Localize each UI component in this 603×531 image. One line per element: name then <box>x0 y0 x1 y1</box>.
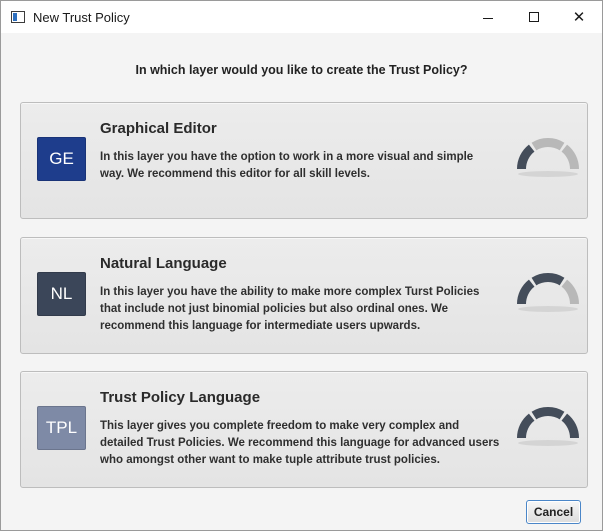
badge-ge: GE <box>37 137 86 181</box>
title-bar[interactable]: New Trust Policy ✕ <box>1 1 602 33</box>
cancel-button[interactable]: Cancel <box>526 500 581 524</box>
gauge-segment <box>531 407 565 420</box>
gauge-shadow <box>518 440 578 446</box>
layer-question: In which layer would you like to create … <box>135 63 468 77</box>
gauge-segment <box>561 413 579 438</box>
gauge-segment <box>517 144 535 169</box>
maximize-button[interactable] <box>511 1 557 33</box>
option-title: Trust Policy Language <box>100 389 261 406</box>
window-title: New Trust Policy <box>33 10 130 25</box>
app-icon <box>11 11 25 23</box>
option-trust-policy-language[interactable]: TPL Trust Policy Language This layer giv… <box>20 371 588 488</box>
gauge-shadow <box>518 171 578 177</box>
gauge-segment <box>531 273 565 286</box>
close-icon: ✕ <box>572 9 586 26</box>
maximize-icon <box>529 12 539 22</box>
gauge-segment <box>561 144 579 169</box>
difficulty-gauge-icon <box>517 138 579 177</box>
gauge-segment <box>561 279 579 304</box>
close-button[interactable]: ✕ <box>556 1 602 33</box>
gauge-shadow <box>518 306 578 312</box>
badge-nl: NL <box>37 272 86 316</box>
gauge-segment <box>517 279 535 304</box>
option-title: Natural Language <box>100 255 227 272</box>
new-trust-policy-dialog: New Trust Policy ✕ In which layer would … <box>0 0 603 531</box>
minimize-button[interactable] <box>465 1 511 33</box>
option-natural-language[interactable]: NL Natural Language In this layer you ha… <box>20 237 588 354</box>
option-graphical-editor[interactable]: GE Graphical Editor In this layer you ha… <box>20 102 588 219</box>
difficulty-gauge-icon <box>517 407 579 446</box>
option-description: In this layer you have the option to wor… <box>100 151 474 180</box>
badge-tpl: TPL <box>37 406 86 450</box>
option-description: In this layer you have the ability to ma… <box>100 286 480 332</box>
option-title: Graphical Editor <box>100 120 217 137</box>
minimize-icon <box>483 17 493 19</box>
gauge-segment <box>531 138 565 151</box>
option-description: This layer gives you complete freedom to… <box>100 420 500 466</box>
difficulty-gauge-icon <box>517 273 579 312</box>
gauge-segment <box>517 413 535 438</box>
